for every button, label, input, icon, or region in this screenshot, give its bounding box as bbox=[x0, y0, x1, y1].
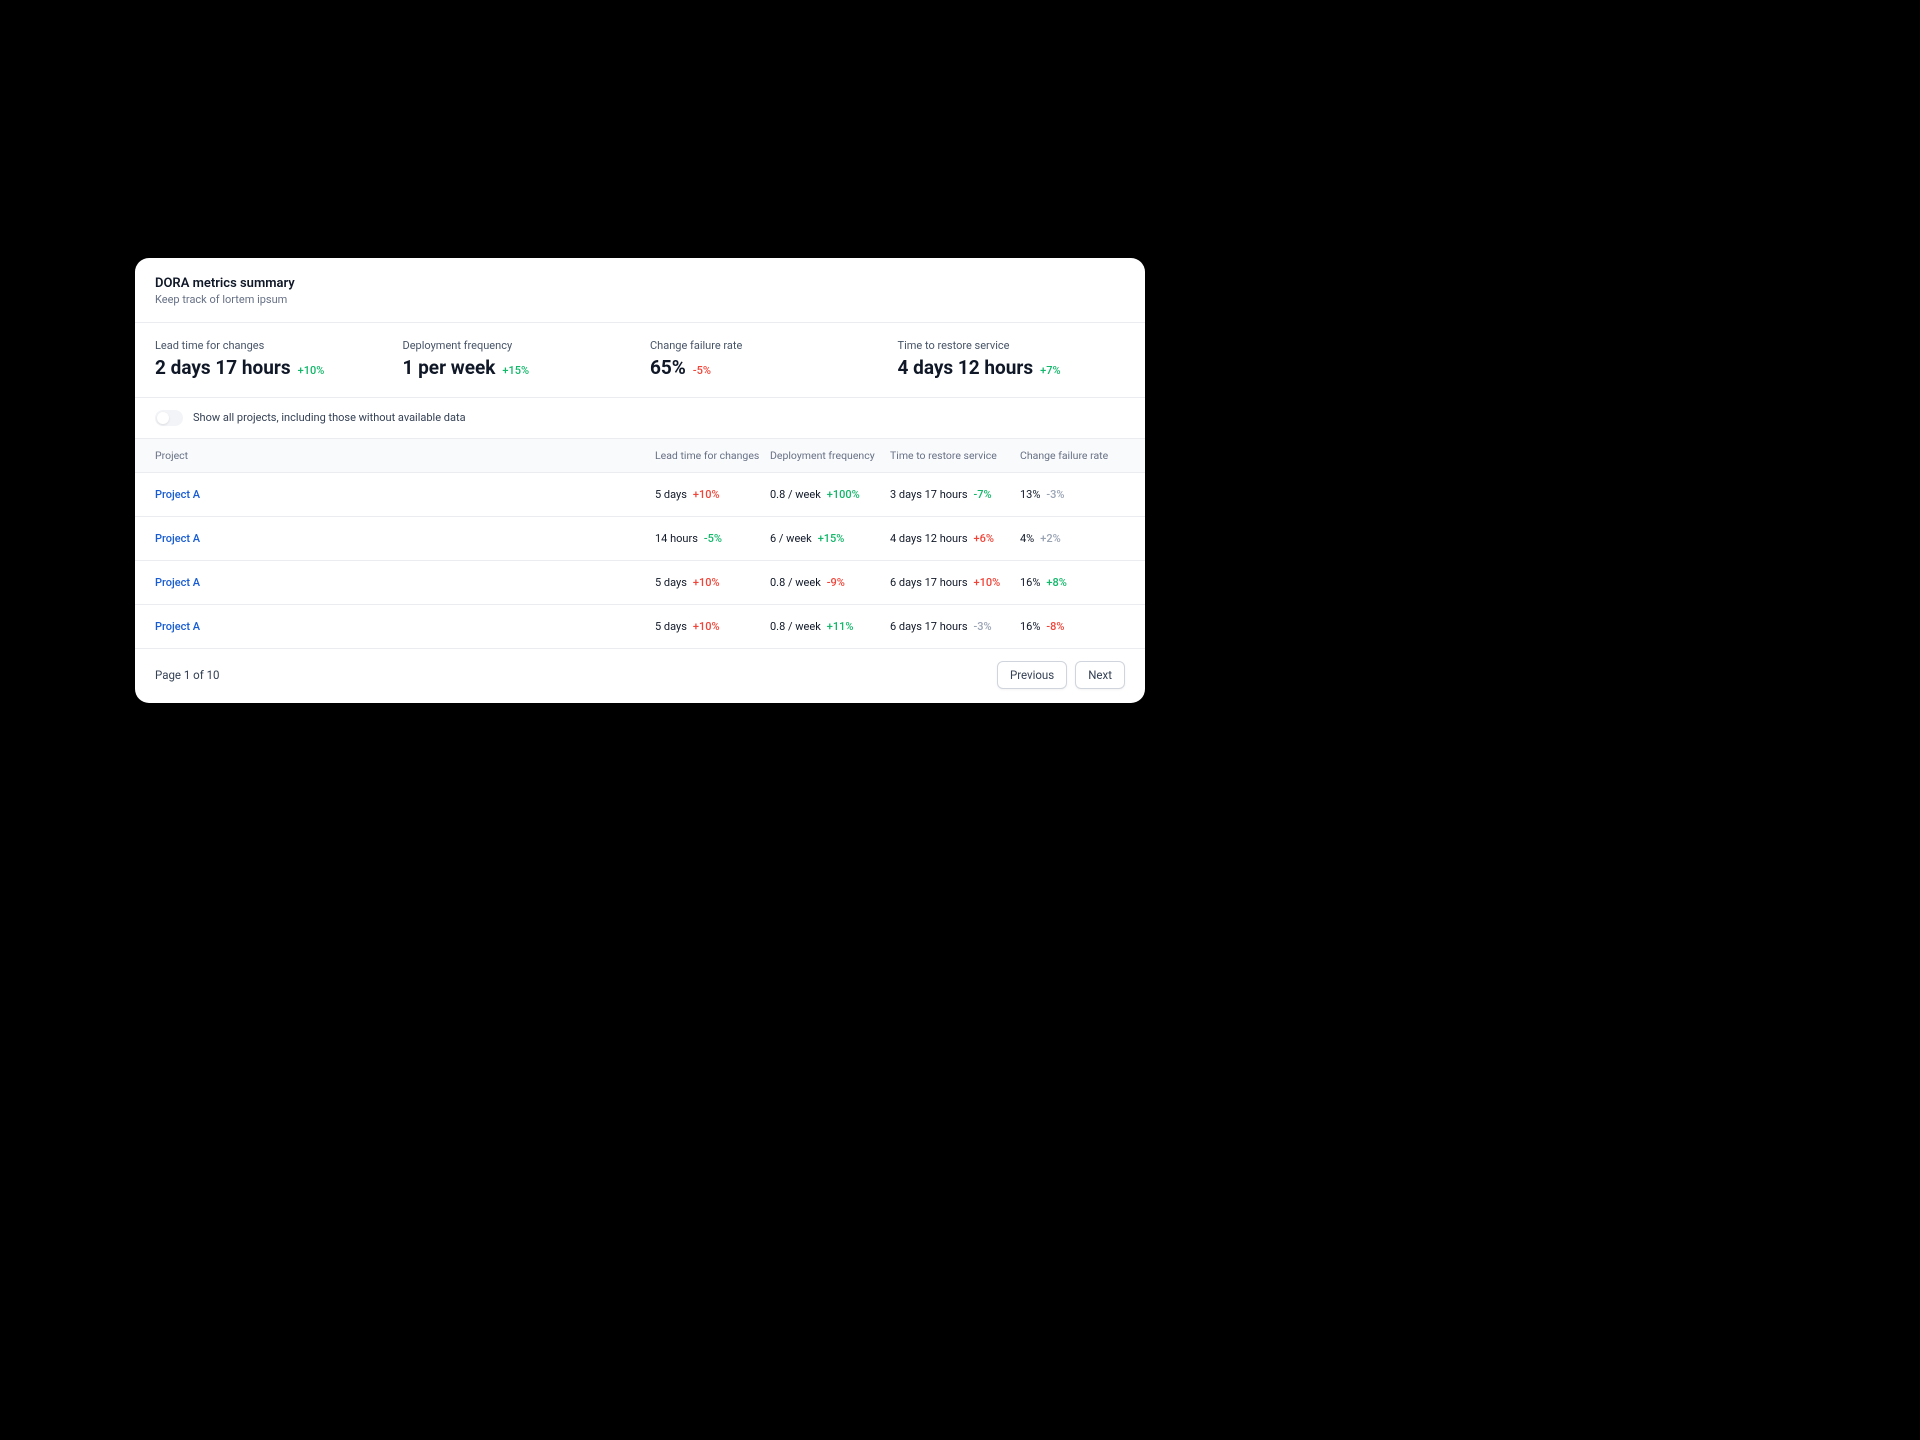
metric-label: Lead time for changes bbox=[155, 339, 383, 352]
metric-label: Deployment frequency bbox=[403, 339, 631, 352]
cell-deploy-value: 6 / week bbox=[770, 532, 812, 545]
metric-label: Change failure rate bbox=[650, 339, 878, 352]
metric-value: 4 days 12 hours bbox=[898, 356, 1034, 379]
project-link[interactable]: Project A bbox=[155, 532, 200, 545]
filter-row: Show all projects, including those witho… bbox=[135, 398, 1145, 438]
metric-delta: +7% bbox=[1040, 364, 1060, 377]
card-title: DORA metrics summary bbox=[155, 276, 1125, 291]
cell-deploy-value: 0.8 / week bbox=[770, 488, 821, 501]
toggle-knob bbox=[157, 412, 169, 424]
cell-restore-delta: -7% bbox=[974, 488, 992, 501]
cell-deploy-value: 0.8 / week bbox=[770, 620, 821, 633]
cell-failure-value: 13% bbox=[1020, 488, 1040, 501]
cell-restore-value: 4 days 12 hours bbox=[890, 532, 968, 545]
metric-restore-time: Time to restore service 4 days 12 hours … bbox=[898, 339, 1126, 379]
cell-restore-delta: -3% bbox=[974, 620, 992, 633]
cell-deploy-delta: +15% bbox=[818, 532, 845, 545]
metric-value: 2 days 17 hours bbox=[155, 356, 291, 379]
metric-lead-time: Lead time for changes 2 days 17 hours +1… bbox=[155, 339, 383, 379]
cell-restore-delta: +6% bbox=[974, 532, 994, 545]
cell-lead-value: 5 days bbox=[655, 488, 687, 501]
table-header: Project Lead time for changes Deployment… bbox=[135, 438, 1145, 473]
project-link[interactable]: Project A bbox=[155, 620, 200, 633]
filter-label: Show all projects, including those witho… bbox=[193, 411, 466, 424]
dora-metrics-card: DORA metrics summary Keep track of lorte… bbox=[135, 258, 1145, 703]
project-link[interactable]: Project A bbox=[155, 576, 200, 589]
card-header: DORA metrics summary Keep track of lorte… bbox=[135, 258, 1145, 322]
cell-lead-delta: +10% bbox=[693, 488, 720, 501]
cell-restore-delta: +10% bbox=[974, 576, 1001, 589]
cell-deploy-delta: +11% bbox=[827, 620, 854, 633]
cell-lead-value: 5 days bbox=[655, 576, 687, 589]
metric-failure-rate: Change failure rate 65% -5% bbox=[650, 339, 878, 379]
metric-label: Time to restore service bbox=[898, 339, 1126, 352]
metric-value: 65% bbox=[650, 356, 686, 379]
cell-lead-value: 5 days bbox=[655, 620, 687, 633]
cell-failure-value: 4% bbox=[1020, 532, 1034, 545]
previous-button[interactable]: Previous bbox=[997, 661, 1067, 689]
metric-value-row: 65% -5% bbox=[650, 356, 878, 379]
card-subtitle: Keep track of lortem ipsum bbox=[155, 293, 1125, 306]
col-header-deploy: Deployment frequency bbox=[770, 449, 890, 462]
project-link[interactable]: Project A bbox=[155, 488, 200, 501]
metric-deploy-freq: Deployment frequency 1 per week +15% bbox=[403, 339, 631, 379]
cell-lead-delta: -5% bbox=[704, 532, 722, 545]
metric-value: 1 per week bbox=[403, 356, 496, 379]
col-header-failure: Change failure rate bbox=[1020, 449, 1125, 462]
table-row: Project A 5 days +10% 0.8 / week +100% 3 days… bbox=[135, 473, 1145, 517]
table-body: Project A 5 days +10% 0.8 / week +100% 3 days… bbox=[135, 473, 1145, 649]
col-header-lead: Lead time for changes bbox=[655, 449, 770, 462]
cell-restore-value: 6 days 17 hours bbox=[890, 620, 968, 633]
page-label: Page 1 of 10 bbox=[155, 668, 220, 682]
cell-deploy-delta: +100% bbox=[827, 488, 860, 501]
metric-delta: -5% bbox=[693, 364, 711, 377]
cell-deploy-delta: -9% bbox=[827, 576, 845, 589]
cell-failure-delta: +2% bbox=[1040, 532, 1060, 545]
cell-lead-delta: +10% bbox=[693, 576, 720, 589]
table-row: Project A 14 hours -5% 6 / week +15% 4 days 1… bbox=[135, 517, 1145, 561]
cell-failure-value: 16% bbox=[1020, 576, 1040, 589]
table-row: Project A 5 days +10% 0.8 / week +11% 6 days … bbox=[135, 605, 1145, 649]
cell-restore-value: 6 days 17 hours bbox=[890, 576, 968, 589]
metric-value-row: 2 days 17 hours +10% bbox=[155, 356, 383, 379]
metric-value-row: 4 days 12 hours +7% bbox=[898, 356, 1126, 379]
show-all-toggle[interactable] bbox=[155, 410, 183, 426]
metric-value-row: 1 per week +15% bbox=[403, 356, 631, 379]
cell-deploy-value: 0.8 / week bbox=[770, 576, 821, 589]
page-buttons: Previous Next bbox=[997, 661, 1125, 689]
pagination: Page 1 of 10 Previous Next bbox=[135, 649, 1145, 703]
cell-failure-delta: -3% bbox=[1046, 488, 1064, 501]
metric-delta: +10% bbox=[298, 364, 325, 377]
table-row: Project A 5 days +10% 0.8 / week -9% 6 days 1… bbox=[135, 561, 1145, 605]
metrics-row: Lead time for changes 2 days 17 hours +1… bbox=[135, 323, 1145, 397]
cell-failure-delta: -8% bbox=[1046, 620, 1064, 633]
cell-lead-delta: +10% bbox=[693, 620, 720, 633]
cell-restore-value: 3 days 17 hours bbox=[890, 488, 968, 501]
metric-delta: +15% bbox=[502, 364, 529, 377]
cell-failure-delta: +8% bbox=[1046, 576, 1066, 589]
col-header-restore: Time to restore service bbox=[890, 449, 1020, 462]
col-header-project: Project bbox=[155, 449, 655, 462]
cell-lead-value: 14 hours bbox=[655, 532, 698, 545]
cell-failure-value: 16% bbox=[1020, 620, 1040, 633]
next-button[interactable]: Next bbox=[1075, 661, 1125, 689]
